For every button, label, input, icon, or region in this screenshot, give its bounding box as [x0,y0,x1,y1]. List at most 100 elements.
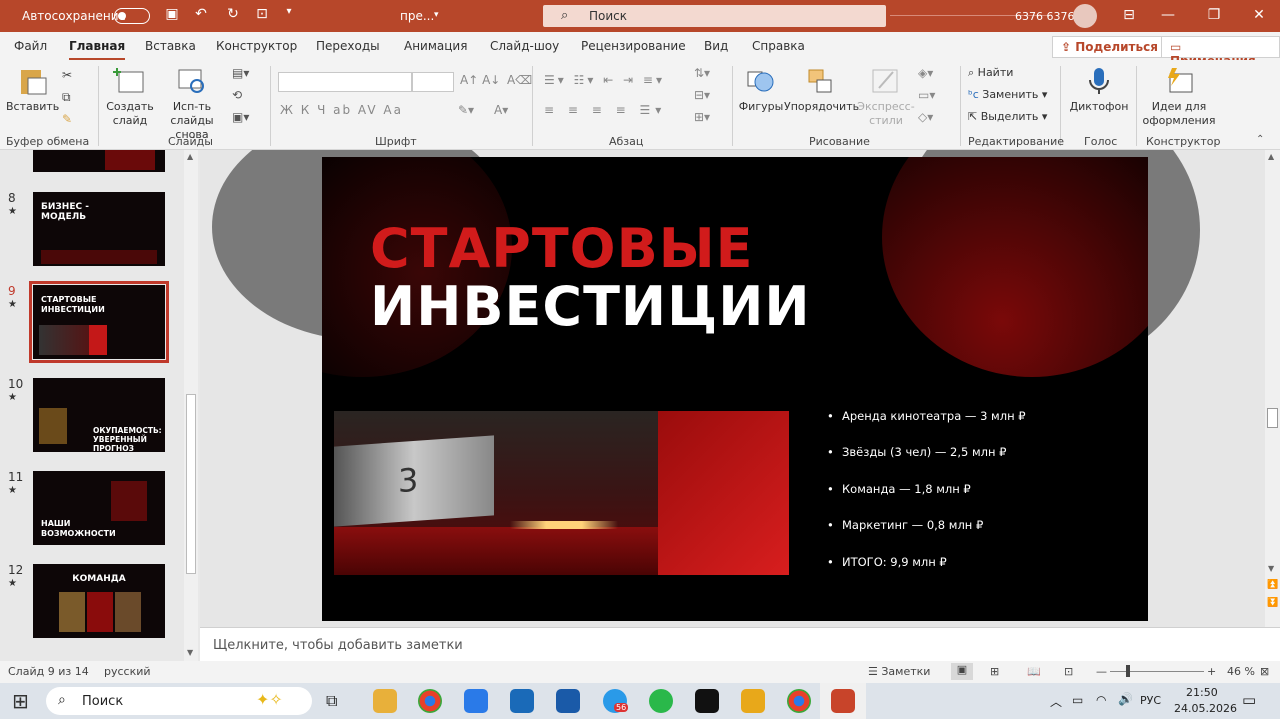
minimize-icon[interactable]: — [1145,7,1191,23]
font-name-box[interactable] [278,72,412,92]
text-direction-icon[interactable]: ⇅▾ [694,66,710,80]
slide-scrollbar[interactable]: ▲ ▼ ⏫ ⏬ [1265,150,1280,627]
slide-thumbnail-12[interactable]: КОМАНДА [33,564,165,638]
battery-icon[interactable]: ▭ [1072,693,1083,707]
scroll-down-icon[interactable]: ▼ [187,648,193,657]
list-icons[interactable]: ☰▾ ☷▾ ⇤ ⇥ ≡▾ [544,73,665,87]
slide-thumbnail-9[interactable]: СТАРТОВЫЕ ИНВЕСТИЦИИ [29,281,169,363]
zoom-slider-thumb[interactable] [1126,665,1130,677]
zoom-in-icon[interactable]: + [1207,665,1216,678]
smartart-icon[interactable]: ⊞▾ [694,110,710,124]
sorter-view-icon[interactable]: ⊞ [990,665,999,678]
design-ideas-button[interactable]: Идеи для оформления [1142,66,1216,128]
dictate-button[interactable]: Диктофон [1068,66,1130,114]
font-size-box[interactable] [412,72,454,92]
search-box[interactable]: ⌕ Поиск [543,5,886,27]
slide-thumbnail-10[interactable]: ОКУПАЕМОСТЬ: УВЕРЕННЫЙ ПРОГНОЗ [33,378,165,452]
tab-help[interactable]: Справка [752,39,805,53]
select-button[interactable]: ⇱ Выделить ▾ [968,110,1058,124]
presentation-icon[interactable]: ⊡ [251,6,273,22]
notification-icon[interactable]: ▭ [1242,691,1256,709]
save-icon[interactable]: ▣ [161,6,183,22]
tab-file[interactable]: Файл [14,39,47,53]
font-color-icon[interactable]: A▾ [494,103,508,117]
effects-icon[interactable]: ◇▾ [918,110,933,124]
align-icons[interactable]: ≡ ≡ ≡ ≡ ☰▾ [544,103,666,117]
store-icon[interactable] [464,689,488,713]
collapse-ribbon-icon[interactable]: ⌃ [1256,134,1264,145]
tab-home[interactable]: Главная [69,39,126,61]
chrome-icon[interactable] [418,689,442,713]
notes-toggle[interactable]: ☰ Заметки [868,665,930,678]
slide-thumbnail-8[interactable]: БИЗНЕС - МОДЕЛЬ [33,192,165,266]
copy-icon[interactable]: ⧉ [62,90,71,105]
tab-transitions[interactable]: Переходы [316,39,380,53]
slide-thumbnail-7[interactable] [33,150,165,172]
font-grow-icon[interactable]: A↑ A↓ [460,73,500,87]
reading-view-icon[interactable]: 📖 [1027,665,1041,678]
language-status[interactable]: русский [104,665,151,678]
share-button[interactable]: ⇪ Поделиться [1052,36,1167,58]
paste-button[interactable]: Вставить [6,66,59,114]
tab-review[interactable]: Рецензирование [581,39,686,53]
scroll-thumb[interactable] [1267,408,1278,428]
doc-chevron-icon[interactable]: ▾ [434,10,439,20]
normal-view-icon[interactable]: ▣ [951,663,973,680]
comments-button[interactable]: ▭ Примечания [1161,36,1280,68]
new-slide-button[interactable]: Создать слайд [104,66,156,128]
tab-insert[interactable]: Вставка [145,39,196,53]
wifi-icon[interactable]: ◠ [1096,693,1106,707]
next-slide-icon[interactable]: ⏬ [1267,598,1278,608]
thumbnail-scrollbar[interactable]: ▲ ▼ [184,150,198,661]
whatsapp-icon[interactable] [649,689,673,713]
replace-button[interactable]: ᵇc Заменить ▾ [968,88,1058,102]
taskbar-search[interactable]: ⌕ Поиск ✦✧ [46,687,312,715]
outlook-icon[interactable] [556,689,580,713]
redo-icon[interactable]: ↻ [222,6,244,22]
notes-pane[interactable]: Щелкните, чтобы добавить заметки [200,627,1280,661]
sublime-icon[interactable] [741,689,765,713]
volume-icon[interactable]: 🔊 [1118,692,1133,706]
previous-slide-icon[interactable]: ⏫ [1267,580,1278,590]
powerpoint-icon[interactable] [831,689,855,713]
highlight-icon[interactable]: ✎▾ [458,103,474,117]
input-language[interactable]: РУС [1140,694,1161,707]
quick-styles-button[interactable]: Экспресс-стили [856,66,916,128]
cut-icon[interactable]: ✂ [62,68,72,82]
task-view-icon[interactable]: ⧉ [326,691,337,711]
zoom-level[interactable]: 46 % [1227,665,1255,678]
avatar[interactable] [1073,4,1097,28]
undo-icon[interactable]: ↶ [190,6,212,22]
fit-slide-icon[interactable]: ⊠ [1260,665,1269,678]
clock-time[interactable]: 21:50 [1186,686,1218,699]
outline-icon[interactable]: ▭▾ [918,88,935,102]
font-style-buttons[interactable]: Ж К Ч ab AV Aa [280,103,403,117]
tray-chevron-icon[interactable]: ︿ [1050,693,1062,710]
user-name[interactable]: 6376 6376 [1015,10,1075,23]
tab-design[interactable]: Конструктор [216,39,297,53]
find-button[interactable]: ⌕ Найти [968,66,1048,80]
slide-thumbnail-11[interactable]: НАШИ ВОЗМОЖНОСТИ [33,471,165,545]
app-icon[interactable] [695,689,719,713]
format-painter-icon[interactable]: ✎ [62,112,72,126]
slideshow-view-icon[interactable]: ⊡ [1064,665,1073,678]
scroll-down-icon[interactable]: ▼ [1268,564,1274,573]
zoom-out-icon[interactable]: — [1096,665,1107,678]
arrange-button[interactable]: Упорядочить [784,66,859,114]
clock-date[interactable]: 24.05.2026 [1174,702,1237,715]
align-text-icon[interactable]: ⊟▾ [694,88,710,102]
fill-icon[interactable]: ◈▾ [918,66,933,80]
tab-view[interactable]: Вид [704,39,728,53]
chrome-icon[interactable] [787,689,811,713]
tab-slideshow[interactable]: Слайд-шоу [490,39,559,53]
customize-chevron-icon[interactable]: ▾ [278,6,300,17]
zoom-slider[interactable] [1110,671,1204,672]
scroll-up-icon[interactable]: ▲ [187,152,193,161]
windows-start-icon[interactable]: ⊞ [12,689,29,713]
scroll-thumb[interactable] [186,394,196,574]
shapes-button[interactable]: Фигуры [738,66,784,114]
app-icon[interactable] [510,689,534,713]
layout-icon[interactable]: ▤▾ [232,66,249,80]
clear-format-icon[interactable]: A⌫ [507,73,532,87]
file-explorer-icon[interactable] [373,689,397,713]
